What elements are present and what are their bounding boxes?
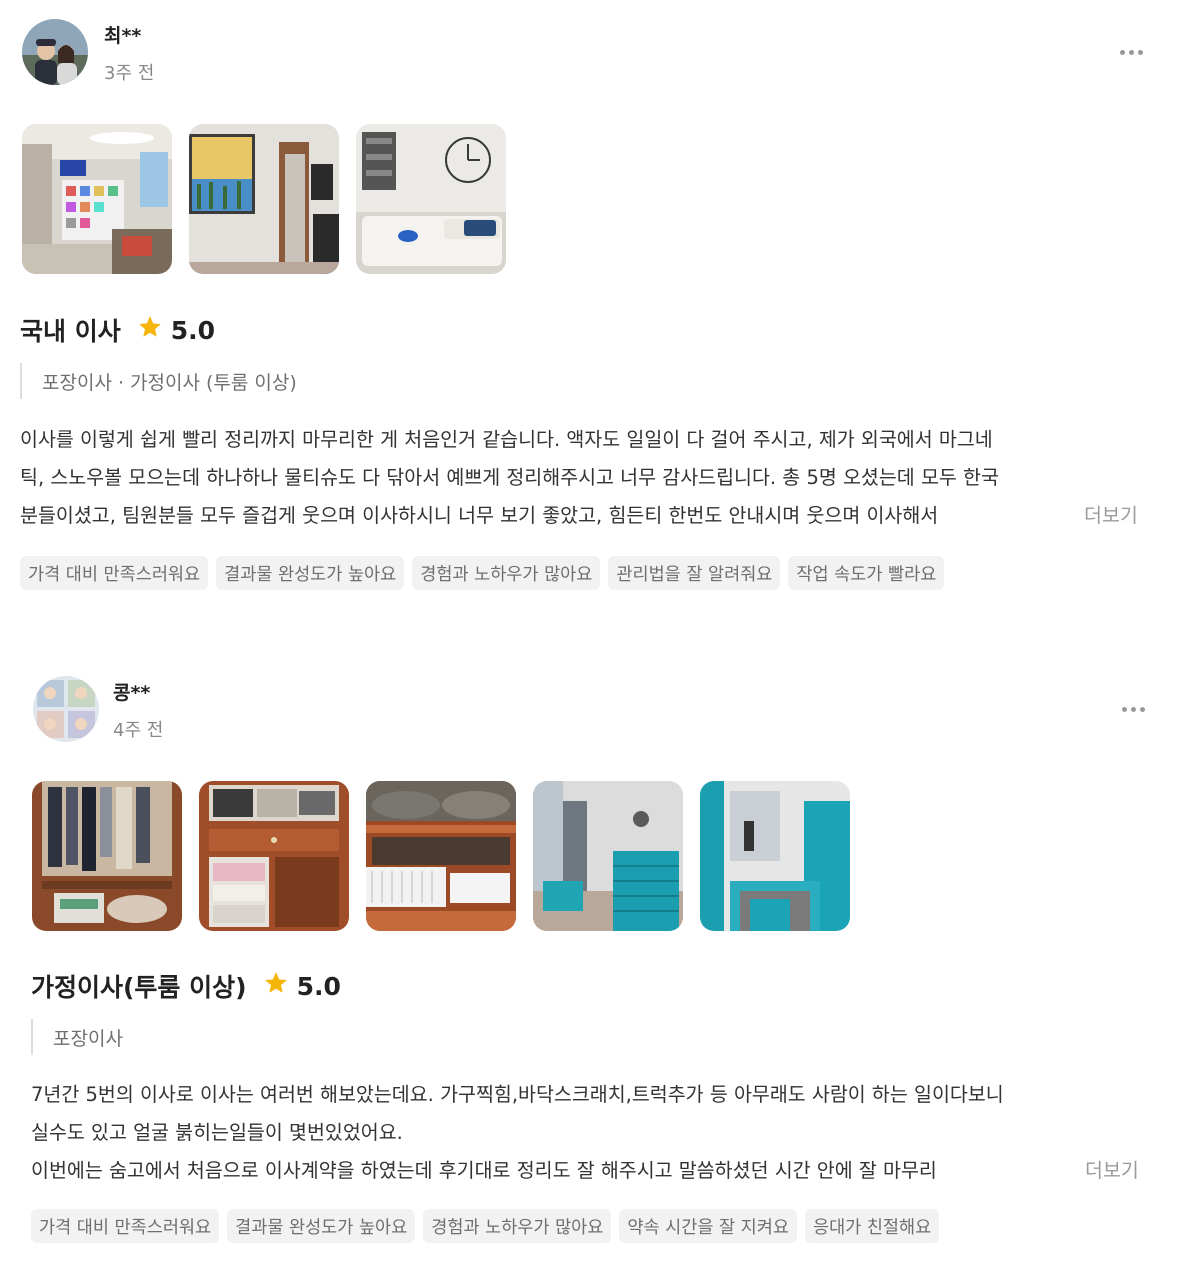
author-name: 최** (104, 25, 142, 47)
read-more-link[interactable]: 더보기 (1081, 1152, 1139, 1190)
author-avatar[interactable] (33, 676, 99, 742)
rating-value: 5.0 (296, 971, 341, 1001)
review-text-line: 이번에는 숨고에서 처음으로 이사계약을 하였는데 후기대로 정리도 잘 해주시… (31, 1159, 937, 1182)
review-time: 4주 전 (113, 720, 164, 741)
review-tag: 결과물 완성도가 높아요 (216, 556, 405, 590)
review-tag: 가격 대비 만족스러워요 (31, 1209, 220, 1243)
review-text-line: 분들이셨고, 팀원분들 모두 즐겁게 웃으며 이사하시니 너무 보기 좋았고, … (20, 504, 939, 527)
review-photo[interactable] (356, 124, 506, 274)
review-text-line: 7년간 5번의 이사로 이사는 여러번 해보았는데요. 가구찍힘,바닥스크래치,… (31, 1083, 1004, 1106)
review-tags: 가격 대비 만족스러워요 결과물 완성도가 높아요 경험과 노하우가 많아요 관… (20, 556, 945, 590)
review-tag: 경험과 노하우가 많아요 (412, 556, 601, 590)
review-tag: 가격 대비 만족스러워요 (20, 556, 209, 590)
service-title: 가정이사(투룸 이상) 5.0 (31, 968, 341, 1004)
author-avatar[interactable] (22, 19, 88, 85)
more-horizontal-icon (1119, 49, 1125, 55)
read-more-link[interactable]: 더보기 (1080, 497, 1138, 535)
review-text: 7년간 5번의 이사로 이사는 여러번 해보았는데요. 가구찍힘,바닥스크래치,… (31, 1076, 1161, 1190)
review-text-line: 실수도 있고 얼굴 붉히는일들이 몇번있었어요. (31, 1121, 403, 1144)
review-photo[interactable] (199, 781, 349, 931)
review-photo[interactable] (366, 781, 516, 931)
review-photo[interactable] (32, 781, 182, 931)
review-time: 3주 전 (104, 63, 155, 84)
review-text-line: 틱, 스노우볼 모으는데 하나하나 물티슈도 다 닦아서 예쁘게 정리해주시고 … (20, 466, 999, 489)
service-title: 국내 이사 5.0 (20, 312, 215, 348)
sub-services: 포장이사 (31, 1019, 123, 1055)
review-tag: 작업 속도가 빨라요 (788, 556, 945, 590)
review-photos (32, 781, 850, 931)
sub-services: 포장이사 · 가정이사 (투룸 이상) (20, 363, 297, 399)
review-tag: 응대가 친절해요 (804, 1209, 940, 1243)
rating-value: 5.0 (170, 315, 216, 345)
review-photo[interactable] (533, 781, 683, 931)
review-text-line: 이사를 이렇게 쉽게 빨리 정리까지 마무리한 게 처음인거 같습니다. 액자도… (20, 428, 993, 451)
review-photo[interactable] (189, 124, 339, 274)
review-photo[interactable] (700, 781, 850, 931)
star-icon (137, 314, 163, 346)
review-tag: 관리법을 잘 알려줘요 (608, 556, 781, 590)
author-name: 콩** (113, 682, 151, 704)
review-tag: 경험과 노하우가 많아요 (423, 1209, 612, 1243)
service-name: 국내 이사 (20, 317, 121, 346)
review-photo[interactable] (22, 124, 172, 274)
review-tag: 결과물 완성도가 높아요 (227, 1209, 416, 1243)
review-tags: 가격 대비 만족스러워요 결과물 완성도가 높아요 경험과 노하우가 많아요 약… (31, 1209, 940, 1243)
more-horizontal-icon (1121, 706, 1127, 712)
review-text: 이사를 이렇게 쉽게 빨리 정리까지 마무리한 게 처음인거 같습니다. 액자도… (20, 421, 1150, 535)
review-tag: 약속 시간을 잘 지켜요 (619, 1209, 797, 1243)
star-icon (263, 970, 289, 1002)
service-name: 가정이사(투룸 이상) (31, 973, 247, 1002)
more-options-button[interactable] (1113, 697, 1153, 721)
more-options-button[interactable] (1111, 40, 1151, 64)
review-photos (22, 124, 506, 274)
